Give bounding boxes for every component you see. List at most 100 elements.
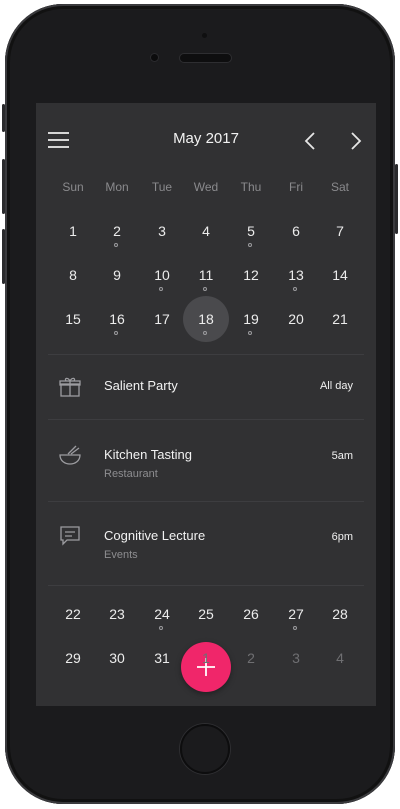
day-cell[interactable]: 9 xyxy=(97,255,137,295)
front-camera xyxy=(151,54,158,61)
day-cell[interactable]: 8 xyxy=(53,255,93,295)
day-cell[interactable]: 11 xyxy=(186,255,226,295)
day-number: 22 xyxy=(65,606,81,622)
day-cell[interactable]: 23 xyxy=(97,594,137,634)
day-number: 1 xyxy=(69,223,77,239)
day-cell[interactable]: 26 xyxy=(231,594,271,634)
event-time: All day xyxy=(319,380,353,392)
event-indicator-dot xyxy=(114,331,118,335)
calendar-screen: May 2017 Sun Mon Tue Wed Thu Fri Sat 123456789… xyxy=(36,103,376,706)
mute-switch xyxy=(2,104,5,132)
day-cell[interactable]: 21 xyxy=(320,299,360,339)
phone-frame: May 2017 Sun Mon Tue Wed Thu Fri Sat 123456789… xyxy=(2,4,398,804)
day-number: 5 xyxy=(247,223,255,239)
day-number: 21 xyxy=(332,311,348,327)
event-indicator-dot xyxy=(293,626,297,630)
day-cell[interactable]: 17 xyxy=(142,299,182,339)
day-cell[interactable]: 5 xyxy=(231,211,271,251)
day-cell[interactable]: 10 xyxy=(142,255,182,295)
month-title: May 2017 xyxy=(173,130,239,147)
volume-down-button xyxy=(2,229,5,284)
weekday-thu: Thu xyxy=(240,180,262,194)
event-subtitle: Restaurant xyxy=(104,468,158,480)
next-month-button[interactable] xyxy=(344,130,366,152)
day-cell[interactable]: 4 xyxy=(186,211,226,251)
day-cell[interactable]: 15 xyxy=(53,299,93,339)
day-cell[interactable]: 14 xyxy=(320,255,360,295)
day-number: 1 xyxy=(202,650,210,666)
day-number: 13 xyxy=(288,267,304,283)
day-number: 8 xyxy=(69,267,77,283)
event-title: Salient Party xyxy=(104,378,178,393)
bowl-icon xyxy=(59,445,81,465)
day-number: 29 xyxy=(65,650,81,666)
day-cell[interactable]: 27 xyxy=(276,594,316,634)
day-cell[interactable]: 7 xyxy=(320,211,360,251)
day-number: 14 xyxy=(332,267,348,283)
day-cell[interactable]: 12 xyxy=(231,255,271,295)
day-number: 18 xyxy=(198,311,214,327)
day-number: 24 xyxy=(154,606,170,622)
day-number: 12 xyxy=(243,267,259,283)
event-indicator-dot xyxy=(159,287,163,291)
day-cell[interactable]: 16 xyxy=(97,299,137,339)
day-number: 7 xyxy=(336,223,344,239)
day-cell[interactable]: 3 xyxy=(276,638,316,678)
day-cell[interactable]: 22 xyxy=(53,594,93,634)
day-number: 26 xyxy=(243,606,259,622)
day-number: 28 xyxy=(332,606,348,622)
chevron-right-icon xyxy=(351,132,362,150)
power-button xyxy=(395,164,398,234)
divider xyxy=(48,419,364,420)
day-number: 20 xyxy=(288,311,304,327)
event-indicator-dot xyxy=(159,626,163,630)
gift-icon xyxy=(59,377,81,397)
day-number: 10 xyxy=(154,267,170,283)
day-cell[interactable]: 6 xyxy=(276,211,316,251)
weekday-wed: Wed xyxy=(193,180,219,194)
day-number: 11 xyxy=(198,267,214,283)
event-salient-party[interactable]: Salient Party All day xyxy=(36,355,376,419)
event-title: Kitchen Tasting xyxy=(104,447,192,462)
chevron-left-icon xyxy=(304,132,315,150)
previous-month-button[interactable] xyxy=(300,130,322,152)
day-cell[interactable]: 4 xyxy=(320,638,360,678)
day-cell[interactable]: 25 xyxy=(186,594,226,634)
home-button[interactable] xyxy=(180,724,230,774)
day-number: 3 xyxy=(292,650,300,666)
day-cell-selected[interactable]: 18 xyxy=(183,296,229,342)
day-cell[interactable]: 1 xyxy=(53,211,93,251)
divider xyxy=(48,585,364,586)
weekday-mon: Mon xyxy=(105,180,129,194)
earpiece-speaker xyxy=(180,54,231,62)
day-cell[interactable]: 29 xyxy=(53,638,93,678)
day-cell[interactable]: 31 xyxy=(142,638,182,678)
day-cell[interactable]: 20 xyxy=(276,299,316,339)
event-indicator-dot xyxy=(114,243,118,247)
weekday-fri: Fri xyxy=(289,180,303,194)
day-number: 4 xyxy=(336,650,344,666)
day-cell[interactable]: 2 xyxy=(97,211,137,251)
event-indicator-dot xyxy=(248,243,252,247)
event-subtitle: Events xyxy=(104,549,138,561)
divider xyxy=(48,501,364,502)
proximity-sensor xyxy=(202,33,207,38)
day-number: 15 xyxy=(65,311,81,327)
day-number: 3 xyxy=(158,223,166,239)
day-cell[interactable]: 24 xyxy=(142,594,182,634)
day-number: 31 xyxy=(154,650,170,666)
day-cell[interactable]: 3 xyxy=(142,211,182,251)
event-cognitive-lecture[interactable]: Cognitive Lecture Events 6pm xyxy=(36,507,376,571)
day-cell[interactable]: 13 xyxy=(276,255,316,295)
day-cell[interactable]: 19 xyxy=(231,299,271,339)
day-number: 17 xyxy=(154,311,170,327)
day-cell[interactable]: 28 xyxy=(320,594,360,634)
event-kitchen-tasting[interactable]: Kitchen Tasting Restaurant 5am xyxy=(36,426,376,490)
event-time: 6pm xyxy=(331,531,353,543)
day-cell[interactable]: 30 xyxy=(97,638,137,678)
day-number: 2 xyxy=(247,650,255,666)
day-cell[interactable]: 2 xyxy=(231,638,271,678)
day-number: 4 xyxy=(202,223,210,239)
event-indicator-dot xyxy=(203,331,207,335)
day-number: 27 xyxy=(288,606,304,622)
